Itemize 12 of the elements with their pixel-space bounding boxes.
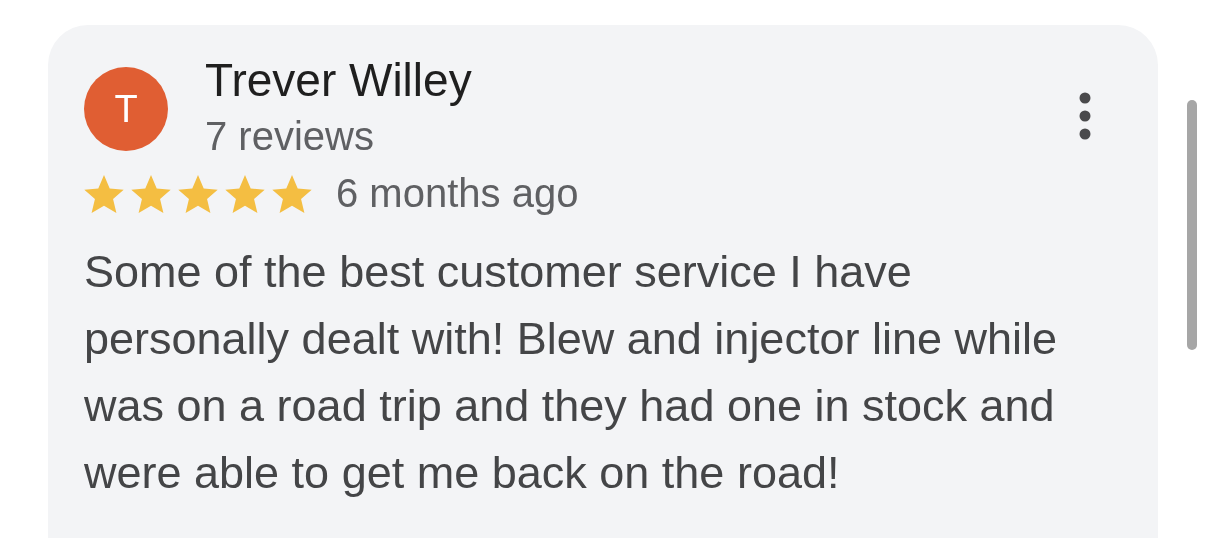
more-options-icon[interactable] [1079,92,1091,140]
star-icon [272,174,312,213]
review-text: Some of the best customer service I have personally dealt with! Blew and injector line while was on a road trip and they had one in stock and were able to get me back on the road! [84,245,1058,500]
scrollbar[interactable] [1187,100,1197,350]
review-time: 6 months ago [336,171,579,216]
star-icon [178,174,218,213]
review-count: 7 reviews [205,113,375,159]
star-icon [84,174,124,213]
avatar: T [84,67,168,151]
star-icon [131,174,171,213]
star-icon [225,174,265,213]
author-name[interactable]: Trever Willey [205,53,1079,107]
